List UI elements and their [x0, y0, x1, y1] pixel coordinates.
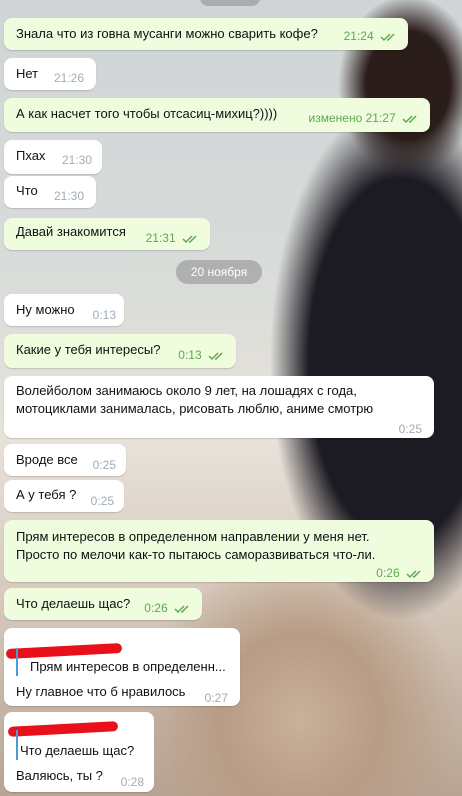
message-time: 0:25 [92, 458, 116, 472]
message-time: 21:27 [365, 111, 396, 125]
message-bubble[interactable]: Что делаешь щас? 0:26 [4, 588, 202, 620]
message-bubble[interactable]: Давай знакомится 21:31 [4, 218, 210, 250]
message-time: 0:25 [398, 422, 422, 436]
message-time: 0:25 [90, 494, 114, 508]
edited-label: изменено [308, 111, 363, 125]
message-meta: изменено 21:27 [309, 109, 420, 127]
message-bubble[interactable]: Ну можно 0:13 [4, 294, 124, 326]
message-time: 21:24 [343, 29, 374, 43]
reply-quote-text: Прям интересов в определенн... [30, 659, 226, 674]
message-text: Что [16, 183, 38, 198]
message-bubble[interactable]: Прям интересов в определенном направлени… [4, 520, 434, 582]
message-text-line: Волейболом занимаюсь около 9 лет, на лош… [16, 383, 357, 398]
double-check-icon [182, 235, 197, 243]
message-bubble[interactable]: Что делаешь щас? Валяюсь, ты ? 0:28 [4, 712, 154, 792]
message-time: 0:28 [120, 775, 144, 789]
message-time: 0:13 [178, 348, 202, 362]
message-bubble[interactable]: А у тебя ? 0:25 [4, 480, 124, 512]
message-text: Что делаешь щас? [16, 596, 131, 611]
message-bubble[interactable]: А как насчет того чтобы отсасиц-михиц?))… [4, 98, 430, 132]
message-time: 0:26 [376, 566, 400, 580]
message-bubble[interactable]: Что 21:30 [4, 176, 96, 208]
message-time: 21:26 [53, 71, 84, 85]
message-text-line: Просто по мелочи как-то пытаюсь саморазв… [16, 547, 376, 562]
message-text-line: Прям интересов в определенном направлени… [16, 529, 370, 544]
message-meta: 0:26 [376, 564, 424, 582]
message-text-line: мотоциклами занималась, рисовать люблю, … [16, 401, 374, 416]
message-bubble[interactable]: Какие у тебя интересы? 0:13 [4, 334, 236, 368]
message-time: 21:30 [53, 189, 84, 203]
message-text: Вроде все [16, 452, 78, 467]
message-bubble[interactable]: Вроде все 0:25 [4, 444, 126, 476]
date-divider-partial [200, 0, 260, 6]
message-text: Пхах [16, 148, 46, 163]
message-time: 0:27 [204, 691, 228, 705]
message-bubble[interactable]: Прям интересов в определенн... Ну главно… [4, 628, 240, 706]
message-time: 0:13 [92, 308, 116, 322]
message-bubble[interactable]: Знала что из говна мусанги можно сварить… [4, 18, 408, 50]
date-divider: 20 ноября [176, 260, 262, 284]
message-text: Знала что из говна мусанги можно сварить… [16, 26, 318, 41]
message-text: Валяюсь, ты ? [16, 768, 103, 783]
message-meta: 21:24 [344, 27, 398, 45]
message-meta: 0:13 [178, 346, 226, 364]
double-check-icon [406, 570, 421, 578]
double-check-icon [174, 605, 189, 613]
message-time: 21:30 [61, 153, 92, 167]
message-meta: 0:26 [144, 599, 192, 617]
double-check-icon [208, 352, 223, 360]
message-text: Ну можно [16, 302, 75, 317]
reply-quote[interactable]: Прям интересов в определенн... [16, 648, 226, 676]
message-bubble[interactable]: Нет 21:26 [4, 58, 96, 90]
message-text: Ну главное что б нравилось [16, 684, 186, 699]
message-time: 0:26 [144, 601, 168, 615]
reply-quote-text: Что делаешь щас? [20, 743, 135, 758]
double-check-icon [402, 115, 417, 123]
message-meta: 21:31 [146, 229, 200, 247]
message-text: Нет [16, 66, 39, 81]
message-text: Давай знакомится [16, 224, 126, 239]
message-bubble[interactable]: Пхах 21:30 [4, 140, 102, 174]
message-text: А как насчет того чтобы отсасиц-михиц?))… [16, 106, 278, 121]
message-text: А у тебя ? [16, 487, 77, 502]
message-text: Какие у тебя интересы? [16, 342, 161, 357]
message-bubble[interactable]: Волейболом занимаюсь около 9 лет, на лош… [4, 376, 434, 438]
message-time: 21:31 [145, 231, 176, 245]
double-check-icon [380, 33, 395, 41]
reply-quote[interactable]: Что делаешь щас? [16, 730, 134, 760]
